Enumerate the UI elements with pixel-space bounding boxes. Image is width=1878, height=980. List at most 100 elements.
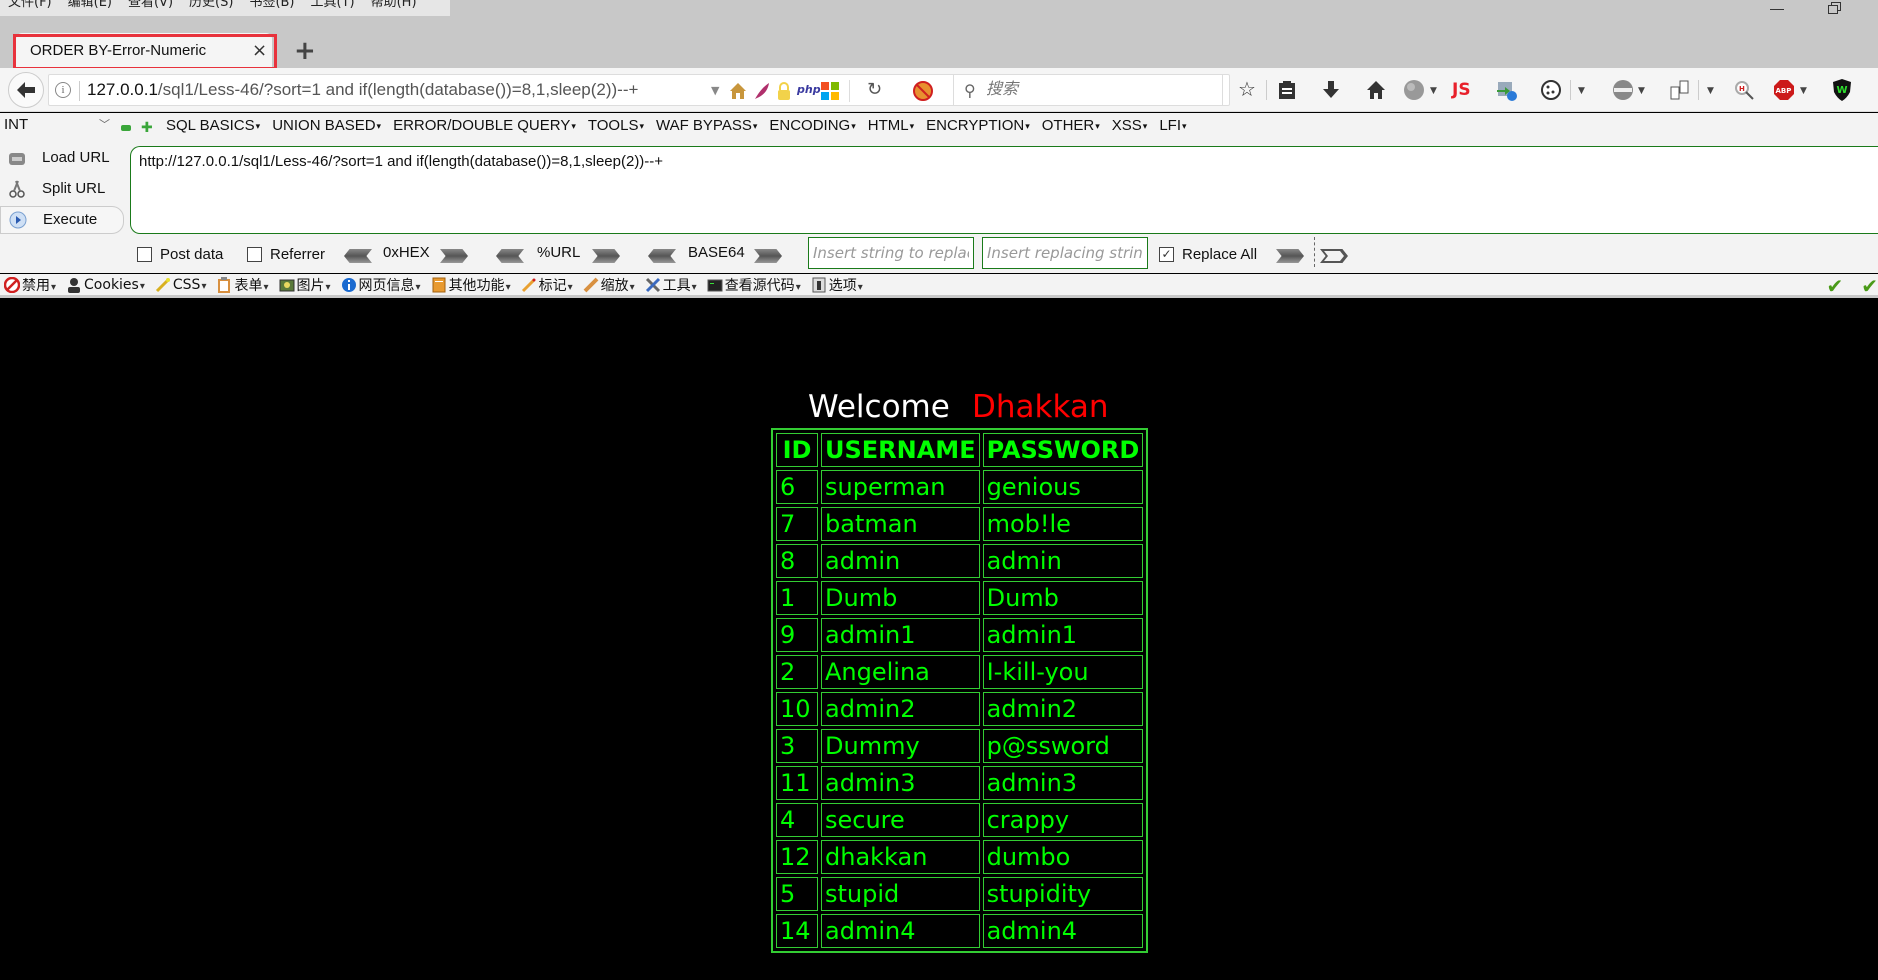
replace-arrow-icon[interactable] — [1276, 249, 1304, 263]
adblock-dropdown-icon[interactable]: ▼ — [1800, 80, 1807, 102]
webdev-tools[interactable]: 工具 — [645, 275, 697, 295]
search-icon: ⚲ — [964, 81, 976, 100]
globe-dropdown-icon[interactable]: ▼ — [1430, 80, 1437, 102]
bookmark-star-icon[interactable]: ☆ — [1238, 78, 1256, 100]
decrease-icon[interactable] — [121, 125, 131, 131]
webdev-forms-label: 表单 — [234, 275, 268, 295]
cell-password: crappy — [982, 803, 1144, 837]
ie-tab-icon[interactable] — [1496, 80, 1518, 102]
menu-waf-bypass[interactable]: WAF BYPASS — [656, 117, 757, 134]
webdev-information[interactable]: 网页信息 — [341, 275, 421, 295]
referrer-box[interactable] — [247, 247, 262, 262]
reload-icon[interactable]: ↻ — [867, 79, 885, 100]
adblock-icon[interactable]: ABP — [1773, 79, 1795, 101]
php-icon[interactable]: php — [797, 83, 821, 101]
reading-list-icon[interactable] — [1278, 80, 1296, 100]
base64-decode-arrow-icon[interactable] — [648, 249, 676, 263]
load-url-button[interactable]: Load URL — [0, 145, 124, 173]
close-icon[interactable]: × — [252, 40, 267, 61]
split-url-button[interactable]: Split URL — [0, 176, 124, 204]
post-data-checkbox[interactable]: Post data — [137, 246, 223, 263]
html-valid-check-icon[interactable]: ✔ — [1861, 276, 1878, 296]
replace-all-box[interactable]: ✓ — [1159, 247, 1174, 262]
home-button-icon[interactable] — [1366, 80, 1386, 100]
menu-html[interactable]: HTML — [868, 117, 914, 134]
new-tab-icon[interactable]: + — [294, 36, 316, 66]
menu-sql-basics[interactable]: SQL BASICS — [166, 117, 260, 134]
back-button[interactable] — [8, 72, 44, 108]
menu-bookmarks[interactable]: 书签(B) — [241, 0, 302, 16]
webdev-cookies[interactable]: Cookies — [66, 277, 145, 293]
globe-icon[interactable] — [1403, 79, 1425, 101]
menu-lfi[interactable]: LFI — [1159, 117, 1186, 134]
download-icon[interactable] — [1322, 80, 1340, 100]
replace-all-checkbox[interactable]: ✓ Replace All — [1159, 246, 1257, 263]
webdev-css[interactable]: CSS — [155, 277, 207, 293]
referrer-checkbox[interactable]: Referrer — [247, 246, 325, 263]
windows-icon[interactable] — [821, 82, 839, 100]
menu-union-based[interactable]: UNION BASED — [272, 117, 381, 134]
increase-icon[interactable]: ✚ — [141, 120, 153, 136]
cell-id: 7 — [776, 507, 818, 541]
proxy-dropdown-icon[interactable]: ▼ — [1638, 80, 1645, 102]
forms-icon — [218, 276, 231, 293]
menu-error-double-query[interactable]: ERROR/DOUBLE QUERY — [393, 117, 576, 134]
feather-icon[interactable] — [753, 82, 771, 100]
menu-history[interactable]: 历史(S) — [181, 0, 241, 16]
hackbar-search-icon[interactable]: H — [1733, 79, 1755, 101]
webdev-forms[interactable]: 表单 — [216, 275, 268, 295]
replace-from-input[interactable] — [808, 237, 974, 269]
validation-status: ✔ ✔ — [1808, 276, 1878, 296]
webdev-misc[interactable]: 其他功能 — [431, 275, 511, 295]
css-valid-check-icon[interactable]: ✔ — [1826, 276, 1843, 296]
proxy-icon[interactable] — [1612, 79, 1634, 101]
menu-edit[interactable]: 编辑(E) — [60, 0, 120, 16]
home-icon[interactable] — [729, 82, 747, 100]
cell-username: admin3 — [821, 766, 980, 800]
menu-view[interactable]: 查看(V) — [120, 0, 181, 16]
menu-tools[interactable]: TOOLS — [588, 117, 644, 134]
js-icon[interactable]: JS — [1452, 79, 1471, 101]
no-script-icon[interactable] — [912, 80, 934, 102]
webdev-outline[interactable]: 标记 — [521, 275, 573, 295]
webdev-images[interactable]: 图片 — [279, 275, 331, 295]
copy-icon[interactable] — [1670, 79, 1690, 101]
copy-dropdown-icon[interactable]: ▼ — [1707, 80, 1714, 102]
wappalyzer-icon[interactable]: W — [1832, 78, 1852, 102]
base64-encode-arrow-icon[interactable] — [754, 249, 782, 263]
search-input[interactable] — [986, 79, 1216, 101]
hex-decode-arrow-icon[interactable] — [344, 249, 372, 263]
tab-title[interactable]: ORDER BY-Error-Numeric — [30, 42, 206, 59]
minimize-icon[interactable] — [1770, 2, 1784, 10]
menu-file[interactable]: 文件(F) — [0, 0, 60, 16]
info-icon[interactable]: i — [55, 82, 71, 98]
menu-encoding[interactable]: ENCODING — [769, 117, 855, 134]
webdev-disable[interactable]: 禁用 — [4, 275, 56, 295]
menu-xss[interactable]: XSS — [1112, 117, 1148, 134]
replace-next-arrow-icon[interactable] — [1320, 249, 1348, 263]
url-decode-arrow-icon[interactable] — [496, 249, 524, 263]
cookie-dropdown-icon[interactable]: ▼ — [1578, 80, 1585, 102]
webdev-view-source[interactable]: 查看源代码 — [707, 275, 801, 295]
post-data-box[interactable] — [137, 247, 152, 262]
hex-encode-arrow-icon[interactable] — [440, 249, 468, 263]
menu-help[interactable]: 帮助(H) — [363, 0, 425, 16]
search-box[interactable]: ⚲ — [953, 74, 1223, 106]
cookie-icon[interactable] — [1540, 79, 1562, 101]
webdev-resize[interactable]: 缩放 — [583, 275, 635, 295]
menu-other[interactable]: OTHER — [1042, 117, 1100, 134]
menu-tools[interactable]: 工具(T) — [303, 0, 363, 16]
nav-separator — [1266, 80, 1267, 100]
lock-icon[interactable] — [775, 82, 793, 100]
url-dropdown-icon[interactable]: ▼ — [711, 84, 719, 97]
abp-text: ABP — [1776, 87, 1792, 95]
hackbar-url-textarea[interactable] — [130, 146, 1878, 234]
menu-encryption[interactable]: ENCRYPTION — [926, 117, 1030, 134]
webdev-options[interactable]: 选项 — [811, 275, 863, 295]
url-encode-arrow-icon[interactable] — [592, 249, 620, 263]
execute-button[interactable]: Execute — [0, 206, 124, 234]
url-text[interactable]: 127.0.0.1/sql1/Less-46/?sort=1 and if(le… — [87, 80, 638, 100]
restore-icon[interactable] — [1828, 2, 1841, 14]
type-select[interactable]: INT ﹀ — [4, 116, 112, 138]
replace-to-input[interactable] — [982, 237, 1148, 269]
